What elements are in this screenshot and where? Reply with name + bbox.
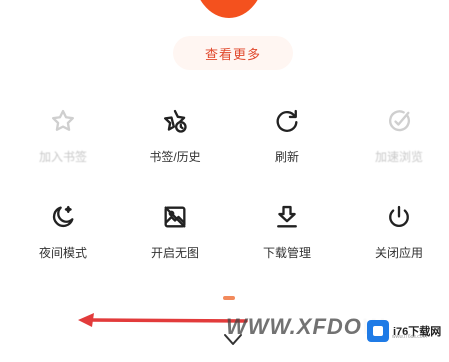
menu-item-label: 刷新 bbox=[274, 150, 299, 164]
menu-item-label: 关闭应用 bbox=[374, 246, 423, 260]
menu-item-label: 书签/历史 bbox=[149, 150, 201, 164]
menu-item-label: 加速浏览 bbox=[374, 150, 423, 164]
menu-item-refresh[interactable]: 刷新 bbox=[231, 96, 343, 192]
watermark-text: WWW.XFDOW bbox=[226, 314, 384, 339]
no-image-icon bbox=[160, 202, 190, 232]
menu-item-label: 加入书签 bbox=[38, 150, 87, 164]
menu-item-bookmarks-history[interactable]: 书签/历史 bbox=[119, 96, 231, 192]
profile-circle[interactable] bbox=[193, 0, 265, 18]
compass-check-icon bbox=[384, 106, 414, 136]
menu-item-download-manager[interactable]: 下载管理 bbox=[231, 192, 343, 296]
menu-item-add-bookmark[interactable]: 加入书签 bbox=[7, 96, 119, 192]
site-logo-icon bbox=[367, 320, 389, 342]
arrow-annotation-icon bbox=[70, 308, 250, 332]
refresh-icon bbox=[272, 106, 302, 136]
star-outline-icon bbox=[48, 106, 78, 136]
watermark-url: www.i76ds.com bbox=[392, 334, 427, 340]
menu-item-label: 夜间模式 bbox=[38, 246, 87, 260]
view-more-button[interactable]: 查看更多 bbox=[173, 36, 293, 70]
download-icon bbox=[272, 202, 302, 232]
menu-item-label: 下载管理 bbox=[262, 246, 311, 260]
menu-item-accelerate[interactable]: 加速浏览 bbox=[343, 96, 449, 192]
menu-item-night-mode[interactable]: 夜间模式 bbox=[7, 192, 119, 296]
page-indicator bbox=[223, 296, 235, 300]
menu-item-label: 开启无图 bbox=[150, 246, 199, 260]
star-clock-icon bbox=[160, 106, 190, 136]
moon-icon bbox=[48, 202, 78, 232]
watermark-badge: i76下载网 bbox=[361, 314, 449, 348]
menu-item-close-app[interactable]: 关闭应用 bbox=[343, 192, 449, 296]
power-icon bbox=[384, 202, 414, 232]
menu-grid: 加入书签 书签/历史 刷新 加速浏览 夜间模式 开启无图 下载管理 关闭应用 bbox=[0, 96, 449, 296]
menu-item-no-image[interactable]: 开启无图 bbox=[119, 192, 231, 296]
